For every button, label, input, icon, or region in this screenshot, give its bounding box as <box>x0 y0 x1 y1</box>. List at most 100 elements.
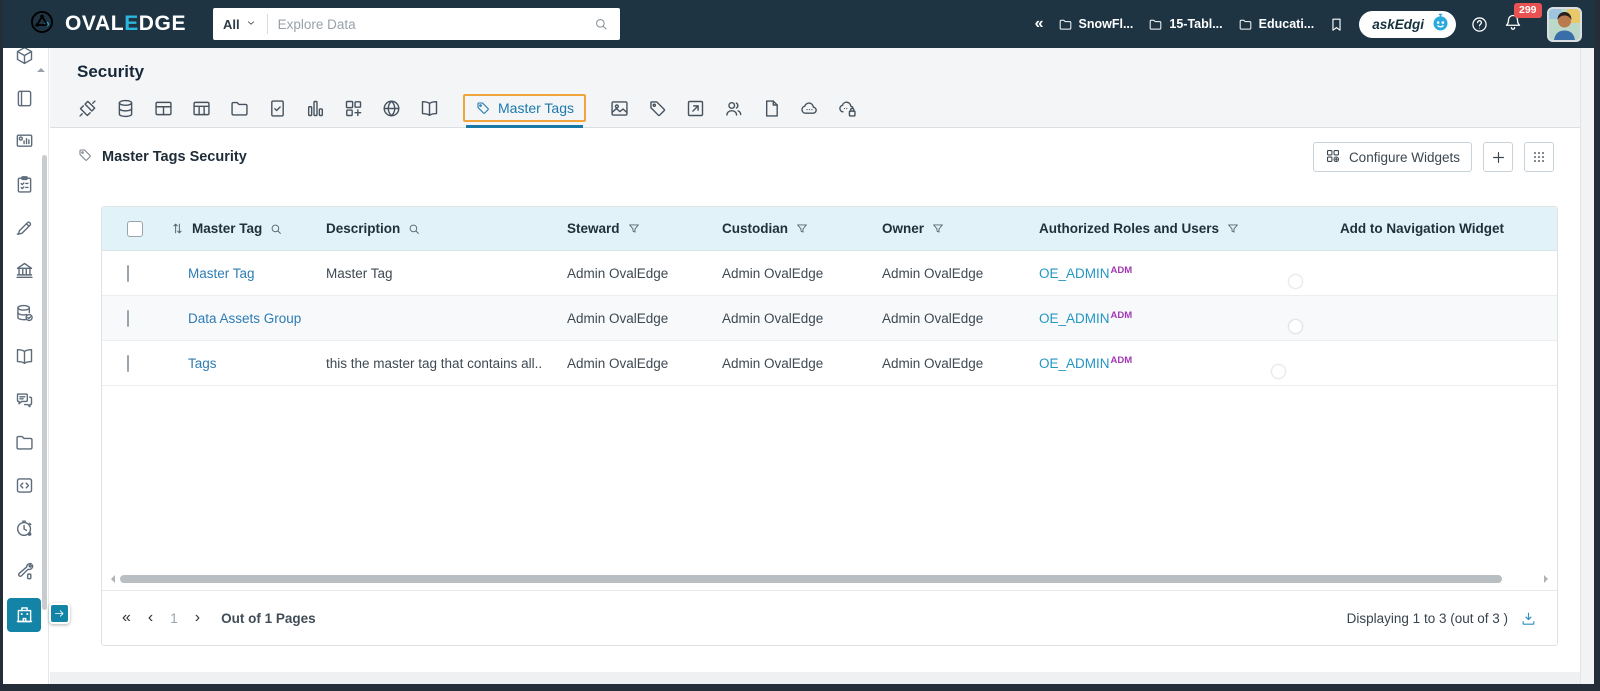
master-tag-cell: Data Assets Group <box>162 311 302 326</box>
grid-view-button[interactable] <box>1524 142 1554 172</box>
tab-tags[interactable] <box>647 98 668 119</box>
database-icon <box>118 99 133 117</box>
column-filter-icon[interactable] <box>795 222 809 236</box>
displaying-label: Displaying 1 to 3 (out of 3 ) <box>1346 610 1508 626</box>
master-tag-link[interactable]: Master Tag <box>188 266 255 281</box>
download-icon[interactable] <box>1520 610 1537 627</box>
column-filter-icon[interactable] <box>627 222 641 236</box>
table-row: Master Tag Master Tag Admin OvalEdge Admin … <box>102 251 1557 296</box>
ask-edgi-button[interactable]: askEdgi <box>1359 10 1456 38</box>
blocks-icon <box>345 100 362 116</box>
horizontal-scrollbar-thumb[interactable] <box>120 574 1502 583</box>
column-label: Master Tag <box>192 221 263 236</box>
horizontal-scrollbar <box>107 574 1552 583</box>
search-icon[interactable] <box>593 16 609 32</box>
authorized-role-link[interactable]: OE_ADMINADM <box>1039 309 1133 327</box>
tab-report-columns[interactable] <box>343 98 364 119</box>
tab-file-columns[interactable] <box>267 98 288 119</box>
tab-files[interactable] <box>229 98 250 119</box>
steward-cell: Admin OvalEdge <box>567 310 669 326</box>
sidebar-item-notebook[interactable] <box>0 77 48 120</box>
notifications-button[interactable]: 299 <box>1503 2 1542 37</box>
add-button[interactable] <box>1483 142 1513 172</box>
tab-apis[interactable] <box>799 98 820 119</box>
ovaledge-logo[interactable]: OVALEDGE <box>28 0 186 48</box>
scroll-left-icon[interactable] <box>107 574 115 583</box>
current-page-number[interactable]: 1 <box>170 611 178 626</box>
tab-domains[interactable] <box>381 98 402 119</box>
section-title-wrap: Master Tags Security <box>77 147 247 168</box>
tab-label: Master Tags <box>498 100 574 116</box>
tab-stories[interactable] <box>609 98 630 119</box>
search-input[interactable] <box>267 16 593 32</box>
tab-users-roles[interactable] <box>723 98 744 119</box>
tag-icon <box>79 148 91 161</box>
scroll-right-icon[interactable] <box>1544 574 1552 583</box>
cloud-api-lock-icon <box>839 101 856 117</box>
tab-schemas[interactable] <box>115 98 136 119</box>
column-filter-icon[interactable] <box>1226 222 1240 236</box>
authorized-cell: OE_ADMINADM <box>1014 265 1287 282</box>
authorized-role-link[interactable]: OE_ADMINADM <box>1039 355 1132 372</box>
master-tag-link[interactable]: Tags <box>188 356 217 371</box>
people-icon <box>726 101 742 116</box>
breadcrumb-item[interactable]: Educati... <box>1238 17 1314 32</box>
breadcrumb-collapse-icon[interactable]: « <box>1035 16 1044 32</box>
breadcrumb-label: 15-Tabl... <box>1169 17 1223 31</box>
filter-icon <box>1228 223 1238 233</box>
caret-down-icon <box>247 20 254 25</box>
cube-icon <box>16 48 32 65</box>
sort-icon[interactable] <box>170 221 185 236</box>
next-page-button[interactable]: › <box>195 610 200 626</box>
sidebar-item-catalog[interactable] <box>0 48 48 77</box>
row-checkbox[interactable] <box>127 354 129 372</box>
configure-widgets-button[interactable]: Configure Widgets <box>1312 142 1472 172</box>
tab-master-tags[interactable]: Master Tags <box>463 94 586 128</box>
header-cell: Authorized Roles and Users <box>1014 221 1287 236</box>
owner-cell: Admin OvalEdge <box>882 310 984 326</box>
robot-icon <box>1430 12 1451 36</box>
row-checkbox[interactable] <box>127 264 129 282</box>
authorized-role-link[interactable]: OE_ADMINADM <box>1039 265 1132 282</box>
steward-cell: Admin OvalEdge <box>567 265 669 281</box>
prev-page-button[interactable]: ‹ <box>148 610 153 626</box>
tab-service-requests[interactable] <box>685 98 706 119</box>
tools-icon <box>17 562 33 580</box>
pages-label: Out of 1 Pages <box>221 610 316 626</box>
plug-icon <box>79 99 96 117</box>
master-tag-link[interactable]: Data Assets Group <box>188 311 301 326</box>
breadcrumb-item[interactable]: SnowFl... <box>1058 17 1133 32</box>
column-filter-icon[interactable] <box>931 222 945 236</box>
user-avatar[interactable] <box>1547 6 1582 42</box>
tab-table-columns[interactable] <box>191 98 212 119</box>
search-scope-select[interactable]: All <box>213 8 267 40</box>
first-page-button[interactable]: « <box>122 610 131 626</box>
window-scrollbar-track <box>1580 48 1594 684</box>
sidebar-expand-button[interactable] <box>49 603 70 624</box>
column-label: Owner <box>882 221 925 236</box>
role-badge: ADM <box>1110 309 1133 321</box>
authorized-cell: OE_ADMINADM <box>1014 310 1287 327</box>
sidebar-scroll-up-icon[interactable] <box>37 64 45 72</box>
tab-reports[interactable] <box>305 98 326 119</box>
arrow-right-icon <box>55 610 64 617</box>
section-actions: Configure Widgets <box>1312 142 1554 172</box>
tab-tables[interactable] <box>153 98 174 119</box>
bookmark-icon[interactable] <box>1328 16 1345 33</box>
widgets-icon <box>1325 148 1341 167</box>
top-navbar: OVALEDGE All « SnowFl... 15-Tabl... Educat… <box>0 0 1600 48</box>
column-search-icon[interactable] <box>407 222 421 236</box>
breadcrumb-item[interactable]: 15-Tabl... <box>1148 17 1223 32</box>
tab-connectors[interactable] <box>77 98 98 119</box>
help-icon[interactable] <box>1470 15 1489 34</box>
sidebar-scrollbar[interactable] <box>42 155 47 610</box>
tab-terms[interactable] <box>419 98 440 119</box>
tag-icon <box>477 102 489 114</box>
tab-api-security[interactable] <box>837 98 858 119</box>
tab-documents[interactable] <box>761 98 782 119</box>
row-checkbox[interactable] <box>127 309 129 327</box>
select-all-checkbox[interactable] <box>127 220 143 237</box>
file-icon <box>765 99 778 117</box>
column-search-icon[interactable] <box>269 222 283 236</box>
section-toolbar: Master Tags Security Configure Widgets <box>77 141 1554 173</box>
